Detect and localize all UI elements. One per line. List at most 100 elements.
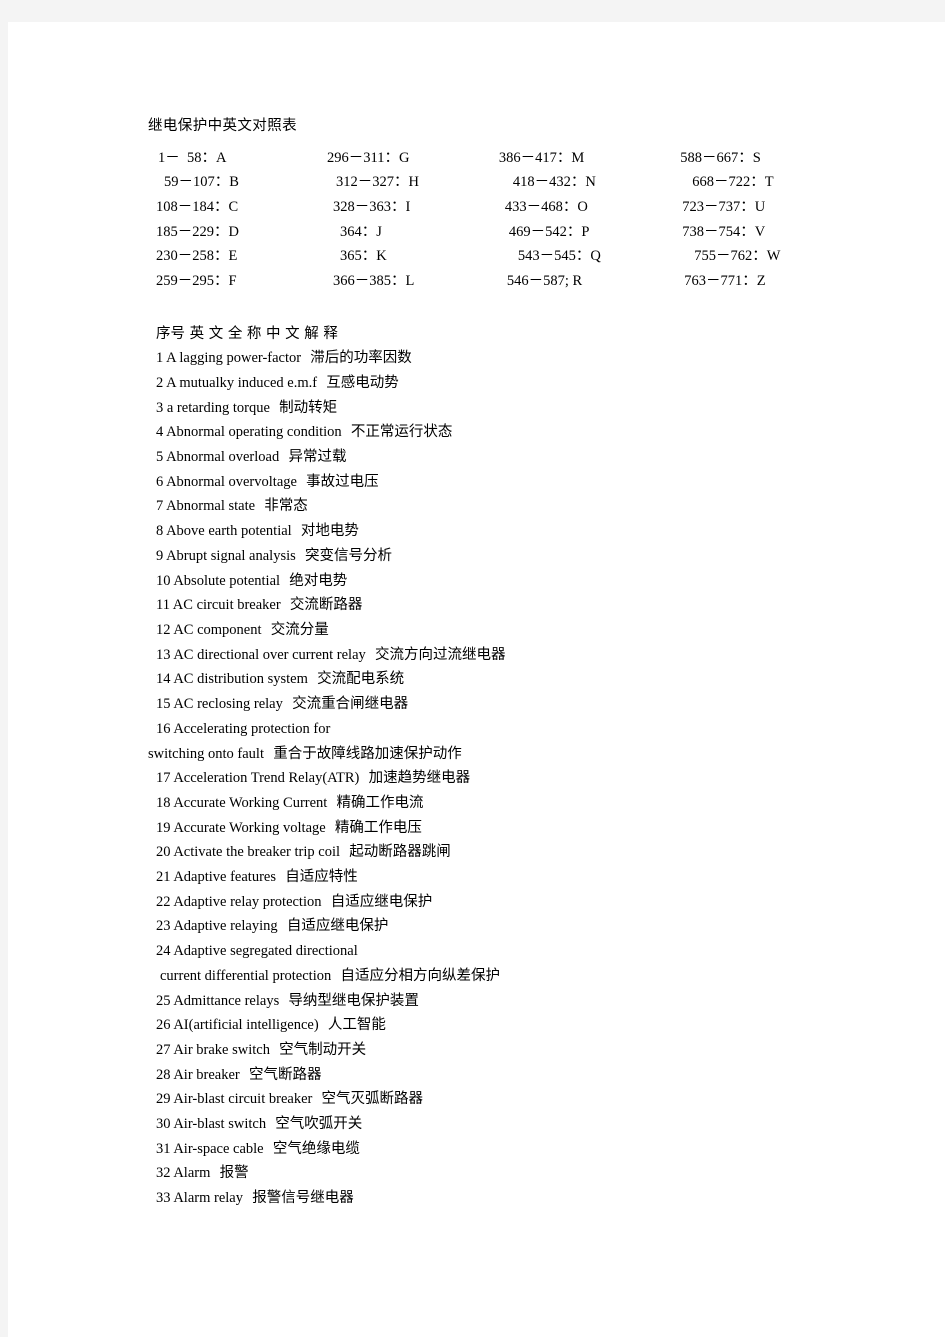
glossary-entry: 26 AI(artificial intelligence) 人工智能 bbox=[148, 1013, 848, 1038]
glossary-entry: 29 Air-blast circuit breaker 空气灭弧断路器 bbox=[148, 1087, 848, 1112]
entry-number: 16 bbox=[156, 720, 174, 737]
entry-chinese-gloss: 交流重合闸继电器 bbox=[282, 696, 409, 713]
letter-range-index-body: 1－ 58：A 296－311：G 386－417：M 588－667：S 59－107… bbox=[148, 144, 848, 292]
entry-number: 1 bbox=[156, 350, 167, 367]
letter-range-cell: 312－327：H bbox=[335, 174, 419, 191]
entry-number: 5 bbox=[156, 449, 167, 466]
entry-english-term: switching onto fault bbox=[148, 745, 264, 762]
entry-chinese-gloss: 重合于故障线路加速保护动作 bbox=[264, 745, 462, 762]
letter-range-row: 230－258：E 365：K 543－545：Q 755－762：W bbox=[148, 242, 848, 267]
entry-number: 11 bbox=[156, 597, 173, 614]
letter-range-cell: 364：J bbox=[339, 223, 382, 240]
entry-number: 26 bbox=[156, 1017, 174, 1034]
letter-range-cell: 588－667：S bbox=[680, 149, 761, 166]
entry-chinese-gloss: 报警信号继电器 bbox=[242, 1190, 354, 1207]
glossary-entry: 28 Air breaker 空气断路器 bbox=[148, 1063, 848, 1088]
glossary-entries: 1 A lagging power-factor 滞后的功率因数 2 A mutu… bbox=[148, 346, 848, 1211]
letter-range-cell: 366－385：L bbox=[332, 272, 415, 289]
entry-chinese-gloss: 空气断路器 bbox=[239, 1066, 322, 1083]
glossary-entry: 2 A mutualky induced e.m.f 互感电动势 bbox=[148, 371, 848, 396]
entry-english-term: Accelerating protection for bbox=[173, 720, 331, 737]
letter-range-row: 1－ 58：A 296－311：G 386－417：M 588－667：S bbox=[148, 144, 848, 169]
entry-number: 3 bbox=[156, 399, 167, 416]
letter-range-cell: 230－258：E bbox=[156, 248, 238, 265]
letter-range-row: 185－229：D 364：J 469－542：P 738－754：V bbox=[148, 218, 848, 243]
entry-english-term: Abrupt signal analysis bbox=[166, 547, 296, 564]
entry-number: 29 bbox=[156, 1091, 174, 1108]
entry-chinese-gloss: 自适应继电保护 bbox=[321, 893, 433, 910]
entry-english-term: Adaptive segregated directional bbox=[173, 943, 358, 960]
entry-number: 4 bbox=[156, 424, 167, 441]
letter-range-cell: 546－587; R bbox=[506, 272, 583, 289]
letter-range-index: 1－ 58：A 296－311：G 386－417：M 588－667：S 59－107… bbox=[148, 144, 848, 292]
entry-number: 22 bbox=[156, 893, 174, 910]
entry-chinese-gloss: 非常态 bbox=[255, 498, 308, 515]
entry-number: 6 bbox=[156, 473, 167, 490]
entry-english-term: Acceleration Trend Relay(ATR) bbox=[173, 770, 360, 787]
entry-number: 7 bbox=[156, 498, 167, 515]
entry-chinese-gloss: 空气灭弧断路器 bbox=[312, 1091, 424, 1108]
letter-range-cell: 59－107：B bbox=[164, 174, 239, 191]
entry-chinese-gloss: 交流断路器 bbox=[280, 597, 363, 614]
letter-range-cell: 108－184：C bbox=[156, 198, 239, 215]
page-title: 继电保护中英文对照表 bbox=[148, 118, 297, 134]
entry-english-term: Air-space cable bbox=[173, 1140, 264, 1157]
entry-chinese-gloss: 交流配电系统 bbox=[307, 671, 405, 688]
glossary-entry: 13 AC directional over current relay 交流方… bbox=[148, 643, 848, 668]
entry-chinese-gloss: 空气吹弧开关 bbox=[266, 1116, 363, 1133]
entry-english-term: Absolute potential bbox=[173, 572, 281, 589]
entry-english-term: Abnormal state bbox=[166, 498, 256, 515]
entry-number: 2 bbox=[156, 374, 167, 391]
glossary-entry: 6 Abnormal overvoltage 事故过电压 bbox=[148, 470, 848, 495]
entry-chinese-gloss: 加速趋势继电器 bbox=[359, 770, 471, 787]
glossary-entry-continuation: switching onto fault 重合于故障线路加速保护动作 bbox=[148, 742, 848, 767]
entry-chinese-gloss: 起动断路器跳闸 bbox=[340, 844, 451, 861]
glossary-entry: 33 Alarm relay 报警信号继电器 bbox=[148, 1186, 848, 1211]
entry-english-term: AC distribution system bbox=[173, 671, 308, 688]
entry-chinese-gloss: 导纳型继电保护装置 bbox=[279, 992, 419, 1009]
entry-number: 20 bbox=[156, 844, 174, 861]
entry-number: 21 bbox=[156, 869, 174, 886]
entry-chinese-gloss: 精确工作电压 bbox=[325, 819, 422, 836]
glossary-entry: 4 Abnormal operating condition 不正常运行状态 bbox=[148, 420, 848, 445]
letter-range-cell: 259－295：F bbox=[156, 272, 237, 289]
glossary-entry: 24 Adaptive segregated directional bbox=[148, 939, 848, 964]
entry-number: 24 bbox=[156, 943, 174, 960]
entry-chinese-gloss: 自适应分相方向纵差保护 bbox=[331, 967, 500, 984]
glossary-entry: 23 Adaptive relaying 自适应继电保护 bbox=[148, 914, 848, 939]
glossary-entry: 32 Alarm 报警 bbox=[148, 1161, 848, 1186]
entry-english-term: Accurate Working Current bbox=[173, 794, 328, 811]
glossary-entry: 17 Acceleration Trend Relay(ATR) 加速趋势继电器 bbox=[148, 766, 848, 791]
glossary-entry: 11 AC circuit breaker 交流断路器 bbox=[148, 593, 848, 618]
letter-range-cell: 755－762：W bbox=[694, 248, 781, 265]
entry-english-term: Admittance relays bbox=[173, 992, 280, 1009]
entry-chinese-gloss: 异常过载 bbox=[279, 449, 347, 466]
letter-range-cell: 418－432：N bbox=[512, 174, 596, 191]
glossary-entry: 1 A lagging power-factor 滞后的功率因数 bbox=[148, 346, 848, 371]
entry-english-term: current differential protection bbox=[160, 967, 332, 984]
entry-number: 8 bbox=[156, 523, 167, 540]
glossary-entry: 18 Accurate Working Current 精确工作电流 bbox=[148, 791, 848, 816]
entry-number: 30 bbox=[156, 1116, 174, 1133]
glossary-list: 序号 英 文 全 称 中 文 解 释 1 A lagging power-fac… bbox=[148, 322, 848, 1211]
entry-chinese-gloss: 交流分量 bbox=[261, 622, 329, 638]
entry-english-term: Abnormal overvoltage bbox=[166, 473, 297, 490]
entry-number: 13 bbox=[156, 646, 174, 663]
letter-range-cell: 433－468：O bbox=[504, 198, 588, 215]
entry-chinese-gloss: 绝对电势 bbox=[280, 572, 348, 589]
entry-chinese-gloss: 空气绝缘电缆 bbox=[263, 1140, 360, 1157]
entry-chinese-gloss: 人工智能 bbox=[318, 1017, 386, 1034]
glossary-entry: 3 a retarding torque 制动转矩 bbox=[148, 396, 848, 421]
page-content: 继电保护中英文对照表 1－ 58：A 296－311：G 386－417：M 588－… bbox=[148, 114, 848, 1211]
letter-range-row: 259－295：F 366－385：L 546－587; R 763－771：Z bbox=[148, 267, 848, 292]
entry-chinese-gloss: 自适应继电保护 bbox=[277, 918, 389, 935]
entry-english-term: Accurate Working voltage bbox=[173, 819, 326, 836]
entry-english-term: Air-blast switch bbox=[173, 1116, 267, 1133]
entry-number: 9 bbox=[156, 547, 167, 564]
entry-english-term: a retarding torque bbox=[166, 399, 270, 416]
glossary-entry: 19 Accurate Working voltage 精确工作电压 bbox=[148, 816, 848, 841]
glossary-entry: 14 AC distribution system 交流配电系统 bbox=[148, 667, 848, 692]
letter-range-cell: 328－363：I bbox=[332, 198, 411, 215]
entry-chinese-gloss: 交流方向过流继电器 bbox=[365, 646, 506, 663]
entry-chinese-gloss: 精确工作电流 bbox=[327, 794, 424, 811]
